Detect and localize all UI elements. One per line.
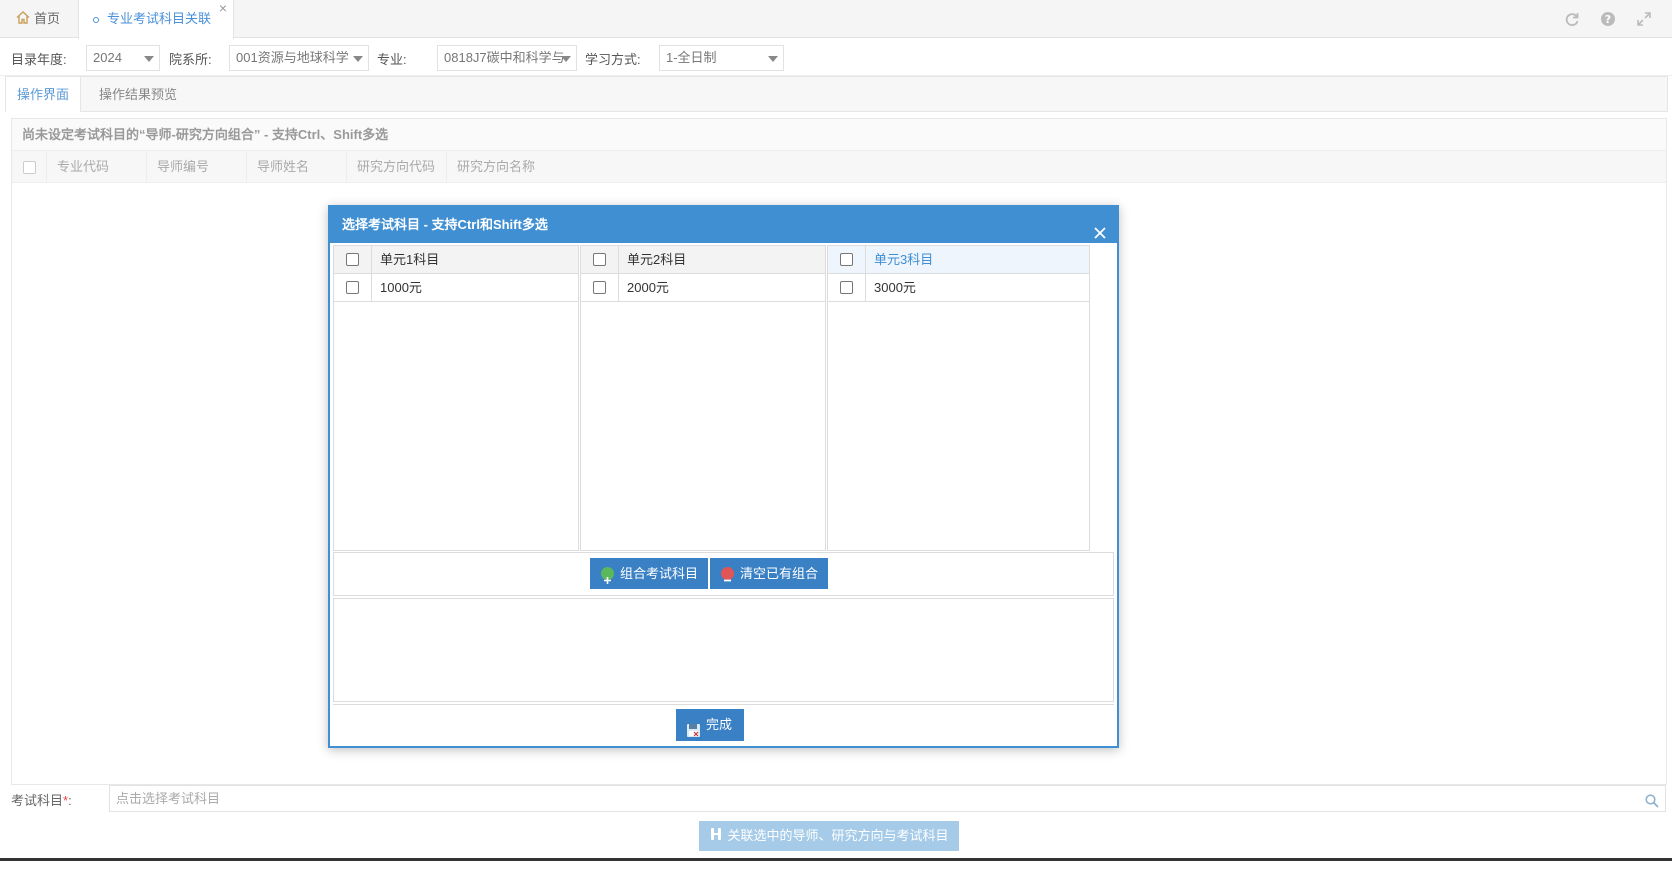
mode-label: 学习方式: [585, 52, 641, 67]
tab-active-label: 专业考试科目关联 [107, 11, 212, 26]
done-button-label: 完成 [706, 717, 733, 732]
home-icon [16, 1, 30, 39]
dept-value: 001资源与地球科学 [236, 50, 349, 65]
unit1-header[interactable]: 单元1科目 [334, 246, 578, 274]
year-select[interactable]: 2024 [86, 45, 160, 71]
exam-label-text: 考试科目 [11, 793, 64, 808]
combine-subjects-button[interactable]: 组合考试科目 [590, 558, 709, 589]
select-all-checkbox[interactable] [23, 161, 36, 175]
item-label: 2000元 [627, 280, 669, 295]
major-label: 专业: [377, 52, 407, 67]
col-direction-name[interactable]: 研究方向名称 [447, 151, 567, 182]
col-direction-code[interactable]: 研究方向代码 [347, 151, 447, 182]
select-subject-dialog: 选择考试科目 - 支持Ctrl和Shift多选 单元1科目 1000元 单元2科… [328, 205, 1119, 748]
done-button[interactable]: 完成 [676, 709, 744, 741]
search-icon[interactable] [1645, 791, 1659, 808]
unit1-header-label: 单元1科目 [380, 252, 440, 267]
chevron-down-icon [144, 56, 154, 62]
save-icon [686, 718, 701, 737]
fullscreen-icon[interactable] [1636, 11, 1652, 27]
item-label: 1000元 [380, 280, 422, 295]
panel-title: 尚未设定考试科目的“导师-研究方向组合” - 支持Ctrl、Shift多选 [12, 119, 1666, 151]
unit1-select-all-checkbox[interactable] [346, 253, 359, 266]
unit3-column: 单元3科目 3000元 [827, 245, 1090, 551]
link-button-label: 关联选中的导师、研究方向与考试科目 [727, 828, 949, 843]
year-label: 目录年度: [11, 52, 67, 67]
bottom-divider [0, 858, 1672, 861]
exam-label-colon: : [68, 793, 72, 808]
help-icon[interactable]: ? [1600, 11, 1616, 27]
tab-bar: 首页 专业考试科目关联 × ? [0, 0, 1672, 39]
unit3-select-all-checkbox[interactable] [840, 253, 853, 266]
grid-header: 专业代码 导师编号 导师姓名 研究方向代码 研究方向名称 [12, 151, 1666, 183]
svg-text:?: ? [1605, 13, 1611, 26]
year-value: 2024 [93, 50, 122, 65]
col-tutor-id[interactable]: 导师编号 [147, 151, 247, 182]
list-item[interactable]: 2000元 [581, 274, 825, 302]
chevron-down-icon [561, 56, 571, 62]
unit2-column: 单元2科目 2000元 [580, 245, 826, 551]
item-label: 3000元 [874, 280, 916, 295]
unit3-header-label: 单元3科目 [874, 252, 934, 267]
tab-operate[interactable]: 操作界面 [6, 77, 82, 112]
tab-home[interactable]: 首页 [8, 0, 78, 38]
exam-subject-placeholder: 点击选择考试科目 [116, 791, 221, 806]
combine-button-label: 组合考试科目 [620, 566, 699, 581]
unit1-column: 单元1科目 1000元 [333, 245, 579, 551]
tab-exam-subject-link[interactable]: 专业考试科目关联 × [78, 0, 234, 39]
close-icon[interactable] [1093, 218, 1107, 239]
mode-value: 1-全日制 [666, 50, 717, 65]
dept-label: 院系所: [169, 52, 212, 67]
combo-actions: 组合考试科目 清空已有组合 [333, 552, 1114, 596]
col-tutor-name[interactable]: 导师姓名 [247, 151, 347, 182]
combination-result-area [333, 598, 1114, 702]
filter-bar: 目录年度: 2024 院系所: 001资源与地球科学 专业: 0818J7碳中和… [0, 40, 1672, 76]
clear-combinations-button[interactable]: 清空已有组合 [710, 558, 829, 589]
item-checkbox[interactable] [593, 281, 606, 294]
dialog-footer: 完成 [333, 704, 1114, 746]
list-item[interactable]: 3000元 [828, 274, 1089, 302]
exam-subject-label: 考试科目*: [11, 790, 72, 809]
dialog-title: 选择考试科目 - 支持Ctrl和Shift多选 [342, 217, 548, 232]
list-item[interactable]: 1000元 [334, 274, 578, 302]
unit2-header[interactable]: 单元2科目 [581, 246, 825, 274]
select-all-cell[interactable] [12, 151, 47, 182]
col-major-code[interactable]: 专业代码 [47, 151, 147, 182]
item-checkbox[interactable] [346, 281, 359, 294]
exam-subject-input[interactable]: 点击选择考试科目 [109, 785, 1666, 812]
minus-circle-icon [721, 567, 734, 582]
sub-tabs: 操作界面 操作结果预览 [5, 76, 1668, 112]
plus-circle-icon [601, 567, 614, 584]
tab-close-icon[interactable]: × [219, 0, 227, 27]
item-checkbox[interactable] [840, 281, 853, 294]
unit2-select-all-checkbox[interactable] [593, 253, 606, 266]
unit3-header[interactable]: 单元3科目 [828, 246, 1089, 274]
unit2-header-label: 单元2科目 [627, 252, 687, 267]
refresh-icon[interactable] [1564, 11, 1580, 27]
tab-home-label: 首页 [34, 11, 61, 26]
major-select[interactable]: 0818J7碳中和科学与 [437, 45, 577, 71]
subject-columns: 单元1科目 1000元 单元2科目 2000元 单元3科目 3000元 [333, 245, 1114, 551]
mode-select[interactable]: 1-全日制 [659, 45, 784, 71]
dialog-titlebar: 选择考试科目 - 支持Ctrl和Shift多选 [330, 207, 1117, 243]
chevron-down-icon [353, 56, 363, 62]
tab-preview[interactable]: 操作结果预览 [88, 77, 188, 112]
clear-button-label: 清空已有组合 [740, 566, 819, 581]
link-tutor-subject-button[interactable]: 关联选中的导师、研究方向与考试科目 [699, 821, 959, 851]
tab-dot-icon [93, 16, 99, 23]
link-icon [709, 822, 723, 852]
major-value: 0818J7碳中和科学与 [444, 50, 565, 65]
dept-select[interactable]: 001资源与地球科学 [229, 45, 369, 71]
chevron-down-icon [768, 56, 778, 62]
